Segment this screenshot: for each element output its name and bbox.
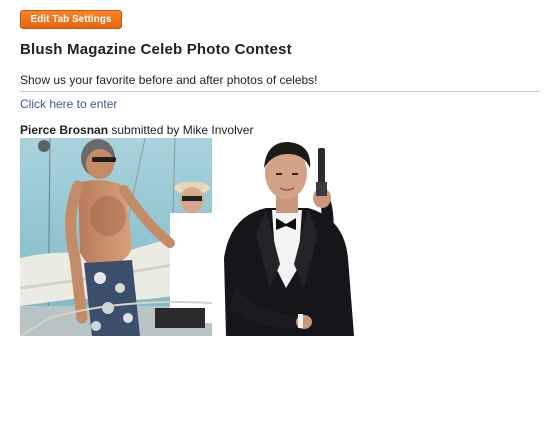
submission-caption: Pierce Brosnan submitted by Mike Involve…: [20, 123, 253, 137]
enter-contest-link[interactable]: Click here to enter: [20, 97, 117, 111]
after-photo-image: [216, 138, 358, 336]
before-photo-image: [20, 138, 212, 336]
divider: [20, 91, 540, 92]
contest-description: Show us your favorite before and after p…: [20, 73, 318, 87]
page-title: Blush Magazine Celeb Photo Contest: [20, 41, 292, 58]
edit-tab-settings-button[interactable]: Edit Tab Settings: [20, 10, 122, 29]
before-photo[interactable]: [20, 138, 212, 336]
celebrity-name: Pierce Brosnan: [20, 123, 109, 137]
submitter-text: submitted by Mike Involver: [108, 123, 254, 137]
after-photo[interactable]: [216, 138, 358, 336]
